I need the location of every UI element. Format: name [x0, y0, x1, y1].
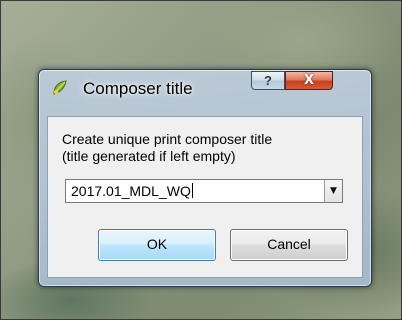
dialog-body: Create unique print composer title (titl…	[47, 116, 363, 278]
title-combobox[interactable]: 2017.01_MDL_WQ ▼	[65, 179, 343, 203]
title-input-value: 2017.01_MDL_WQ	[71, 183, 191, 199]
map-canvas-background: Composer title ? X Create unique print c…	[0, 0, 402, 320]
chevron-down-icon[interactable]: ▼	[324, 180, 342, 202]
text-caret	[191, 183, 193, 198]
ok-button[interactable]: OK	[98, 229, 216, 261]
title-bar[interactable]: Composer title ? X	[39, 70, 371, 104]
prompt-line: Create unique print composer title	[62, 131, 273, 147]
close-button[interactable]: X	[285, 71, 333, 90]
help-button[interactable]: ?	[251, 71, 285, 90]
composer-title-dialog: Composer title ? X Create unique print c…	[38, 69, 372, 287]
dialog-title: Composer title	[83, 79, 193, 98]
prompt-label: Create unique print composer title (titl…	[62, 131, 272, 165]
prompt-line: (title generated if left empty)	[62, 148, 236, 164]
cancel-button[interactable]: Cancel	[230, 229, 348, 261]
qgis-icon	[51, 79, 69, 97]
title-input[interactable]: 2017.01_MDL_WQ	[71, 183, 193, 199]
